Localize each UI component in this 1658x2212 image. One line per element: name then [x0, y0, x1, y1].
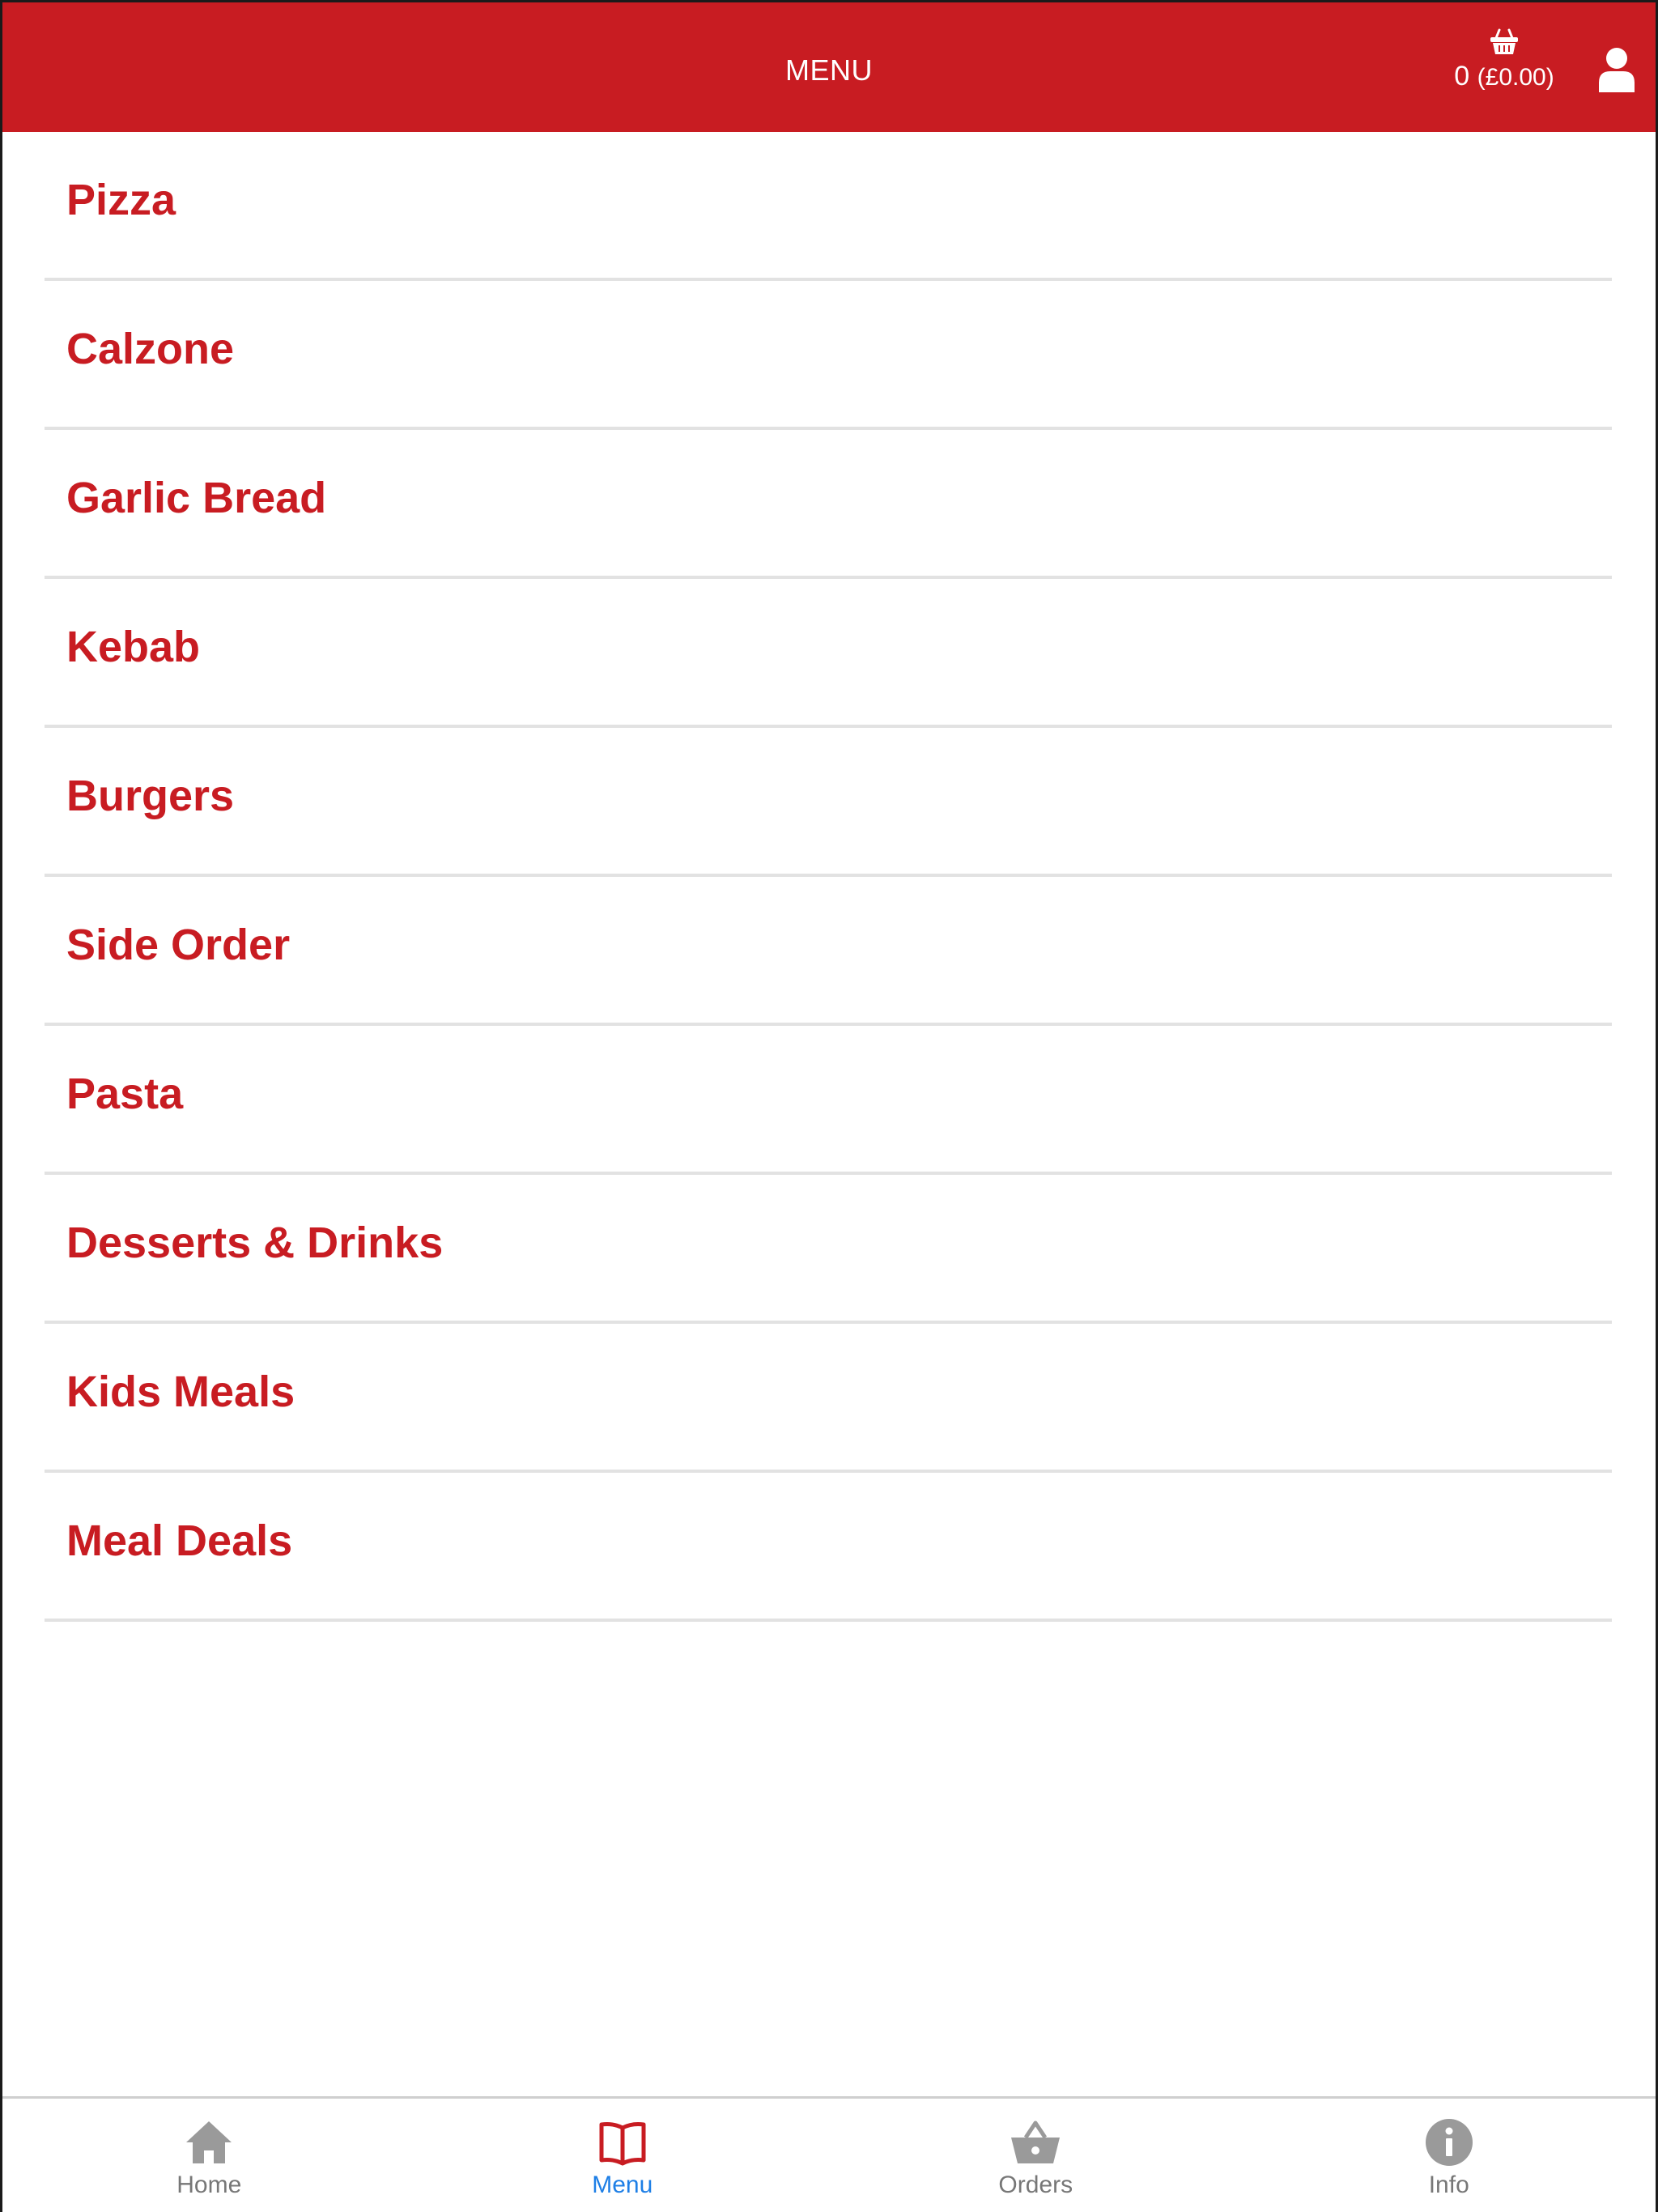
nav-home-label: Home [176, 2172, 242, 2198]
user-icon[interactable] [1597, 47, 1636, 92]
category-item-meal-deals[interactable]: Meal Deals [45, 1473, 1612, 1622]
nav-info-label: Info [1428, 2172, 1469, 2198]
category-item-pasta[interactable]: Pasta [45, 1026, 1612, 1175]
category-item-kids-meals[interactable]: Kids Meals [45, 1324, 1612, 1473]
category-item-pizza[interactable]: Pizza [45, 132, 1612, 281]
top-bar: MENU 0 (£0.00) [2, 2, 1656, 132]
category-label: Pasta [66, 1070, 184, 1118]
home-icon [186, 2121, 232, 2163]
category-item-side-order[interactable]: Side Order [45, 877, 1612, 1026]
bottom-nav: Home Menu Orders Info [2, 2096, 1656, 2212]
category-item-burgers[interactable]: Burgers [45, 728, 1612, 877]
book-icon [599, 2122, 646, 2166]
nav-home[interactable]: Home [2, 2099, 416, 2212]
category-label: Burgers [66, 772, 235, 820]
basket-icon [1011, 2121, 1061, 2163]
category-item-calzone[interactable]: Calzone [45, 281, 1612, 430]
cart-total: (£0.00) [1477, 64, 1554, 91]
category-label: Garlic Bread [66, 474, 327, 522]
category-label: Kids Meals [66, 1368, 295, 1416]
nav-orders-label: Orders [998, 2172, 1073, 2198]
category-label: Calzone [66, 325, 235, 373]
nav-info[interactable]: Info [1243, 2099, 1656, 2212]
cart-summary: 0 (£0.00) [1443, 61, 1565, 92]
cart-count: 0 [1454, 61, 1470, 91]
cart-button[interactable]: 0 (£0.00) [1443, 27, 1565, 108]
category-label: Side Order [66, 921, 291, 969]
category-label: Meal Deals [66, 1516, 293, 1565]
category-item-kebab[interactable]: Kebab [45, 579, 1612, 728]
category-item-garlic-bread[interactable]: Garlic Bread [45, 430, 1612, 579]
app-screen: MENU 0 (£0.00) Pizza Calzone Garlic Brea… [0, 0, 1658, 2212]
page-title: MENU [785, 53, 873, 87]
category-list: Pizza Calzone Garlic Bread Kebab Burgers… [45, 132, 1612, 1622]
info-icon [1425, 2119, 1473, 2166]
nav-menu[interactable]: Menu [416, 2099, 830, 2212]
category-label: Pizza [66, 176, 176, 224]
category-item-desserts-drinks[interactable]: Desserts & Drinks [45, 1175, 1612, 1324]
basket-icon [1490, 28, 1518, 54]
nav-menu-label: Menu [592, 2172, 653, 2198]
category-label: Kebab [66, 623, 201, 671]
category-label: Desserts & Drinks [66, 1219, 444, 1267]
nav-orders[interactable]: Orders [829, 2099, 1243, 2212]
